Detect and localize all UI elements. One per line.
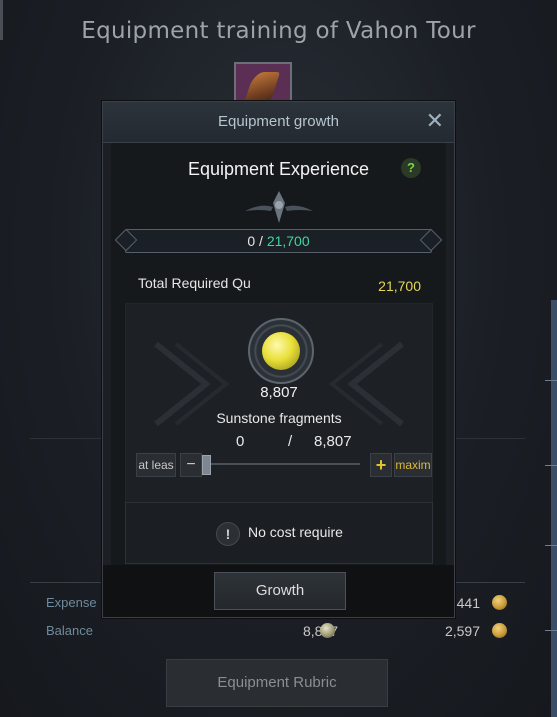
experience-bar: 0 / 21,700 bbox=[114, 228, 443, 253]
ornament-icon bbox=[245, 191, 313, 223]
gold-coin-icon bbox=[492, 623, 507, 638]
available-amount: 8,807 bbox=[314, 433, 352, 450]
section-title: Equipment Experience bbox=[187, 159, 370, 179]
equipment-rubric-button[interactable]: Equipment Rubric bbox=[166, 659, 388, 707]
selected-amount: 0 bbox=[236, 433, 245, 450]
gold-coin-icon bbox=[492, 595, 507, 610]
minus-button[interactable]: − bbox=[180, 453, 202, 477]
right-scrollbar[interactable] bbox=[545, 300, 557, 717]
selection-separator: / bbox=[288, 433, 293, 450]
exp-max: 21,700 bbox=[266, 233, 310, 249]
balance-label: Balance bbox=[46, 623, 93, 638]
equipment-growth-dialog: Equipment growth ✕ Equipment Experience … bbox=[102, 101, 455, 618]
dialog-footer: Growth bbox=[103, 565, 454, 617]
rail-tick bbox=[545, 465, 557, 466]
experience-value: 0 / 21,700 bbox=[126, 233, 431, 249]
slider-thumb[interactable] bbox=[202, 455, 211, 475]
quantity-slider[interactable] bbox=[210, 463, 360, 465]
exp-separator: / bbox=[259, 233, 263, 249]
growth-button[interactable]: Growth bbox=[214, 572, 346, 610]
cost-text: No cost require bbox=[248, 524, 343, 540]
rail-tick bbox=[545, 545, 557, 546]
dialog-body: Equipment Experience ? 0 / 21,700 Total … bbox=[111, 143, 446, 565]
sunstone-icon bbox=[262, 332, 300, 370]
warning-icon: ! bbox=[216, 522, 240, 546]
expense-label: Expense bbox=[46, 595, 97, 610]
page-title: Equipment training of Vahon Tour bbox=[81, 18, 476, 44]
required-label: Total Required Qu bbox=[138, 275, 251, 291]
material-count: 8,807 bbox=[260, 384, 298, 401]
help-icon[interactable]: ? bbox=[401, 158, 421, 178]
quantity-stepper: at leas − + maxim bbox=[130, 452, 432, 477]
max-button[interactable]: maxim bbox=[394, 453, 432, 477]
exp-current: 0 bbox=[247, 233, 256, 249]
material-slot[interactable] bbox=[248, 318, 314, 384]
cost-box: ! No cost require bbox=[125, 502, 433, 564]
fragment-icon bbox=[320, 623, 335, 638]
material-panel: 8,807 Sunstone fragments 0 / 8,807 at le… bbox=[125, 303, 433, 505]
dialog-title: Equipment growth bbox=[218, 113, 339, 130]
min-button[interactable]: at leas bbox=[136, 453, 176, 477]
plus-button[interactable]: + bbox=[370, 453, 392, 477]
close-icon[interactable]: ✕ bbox=[426, 108, 444, 134]
dialog-header: Equipment growth ✕ bbox=[103, 102, 454, 143]
material-name: Sunstone fragments bbox=[216, 410, 342, 426]
required-value: 21,700 bbox=[378, 278, 421, 294]
rail-tick bbox=[545, 380, 557, 381]
rail-tick bbox=[545, 630, 557, 631]
balance-gold-value: 2,597 bbox=[444, 623, 480, 639]
